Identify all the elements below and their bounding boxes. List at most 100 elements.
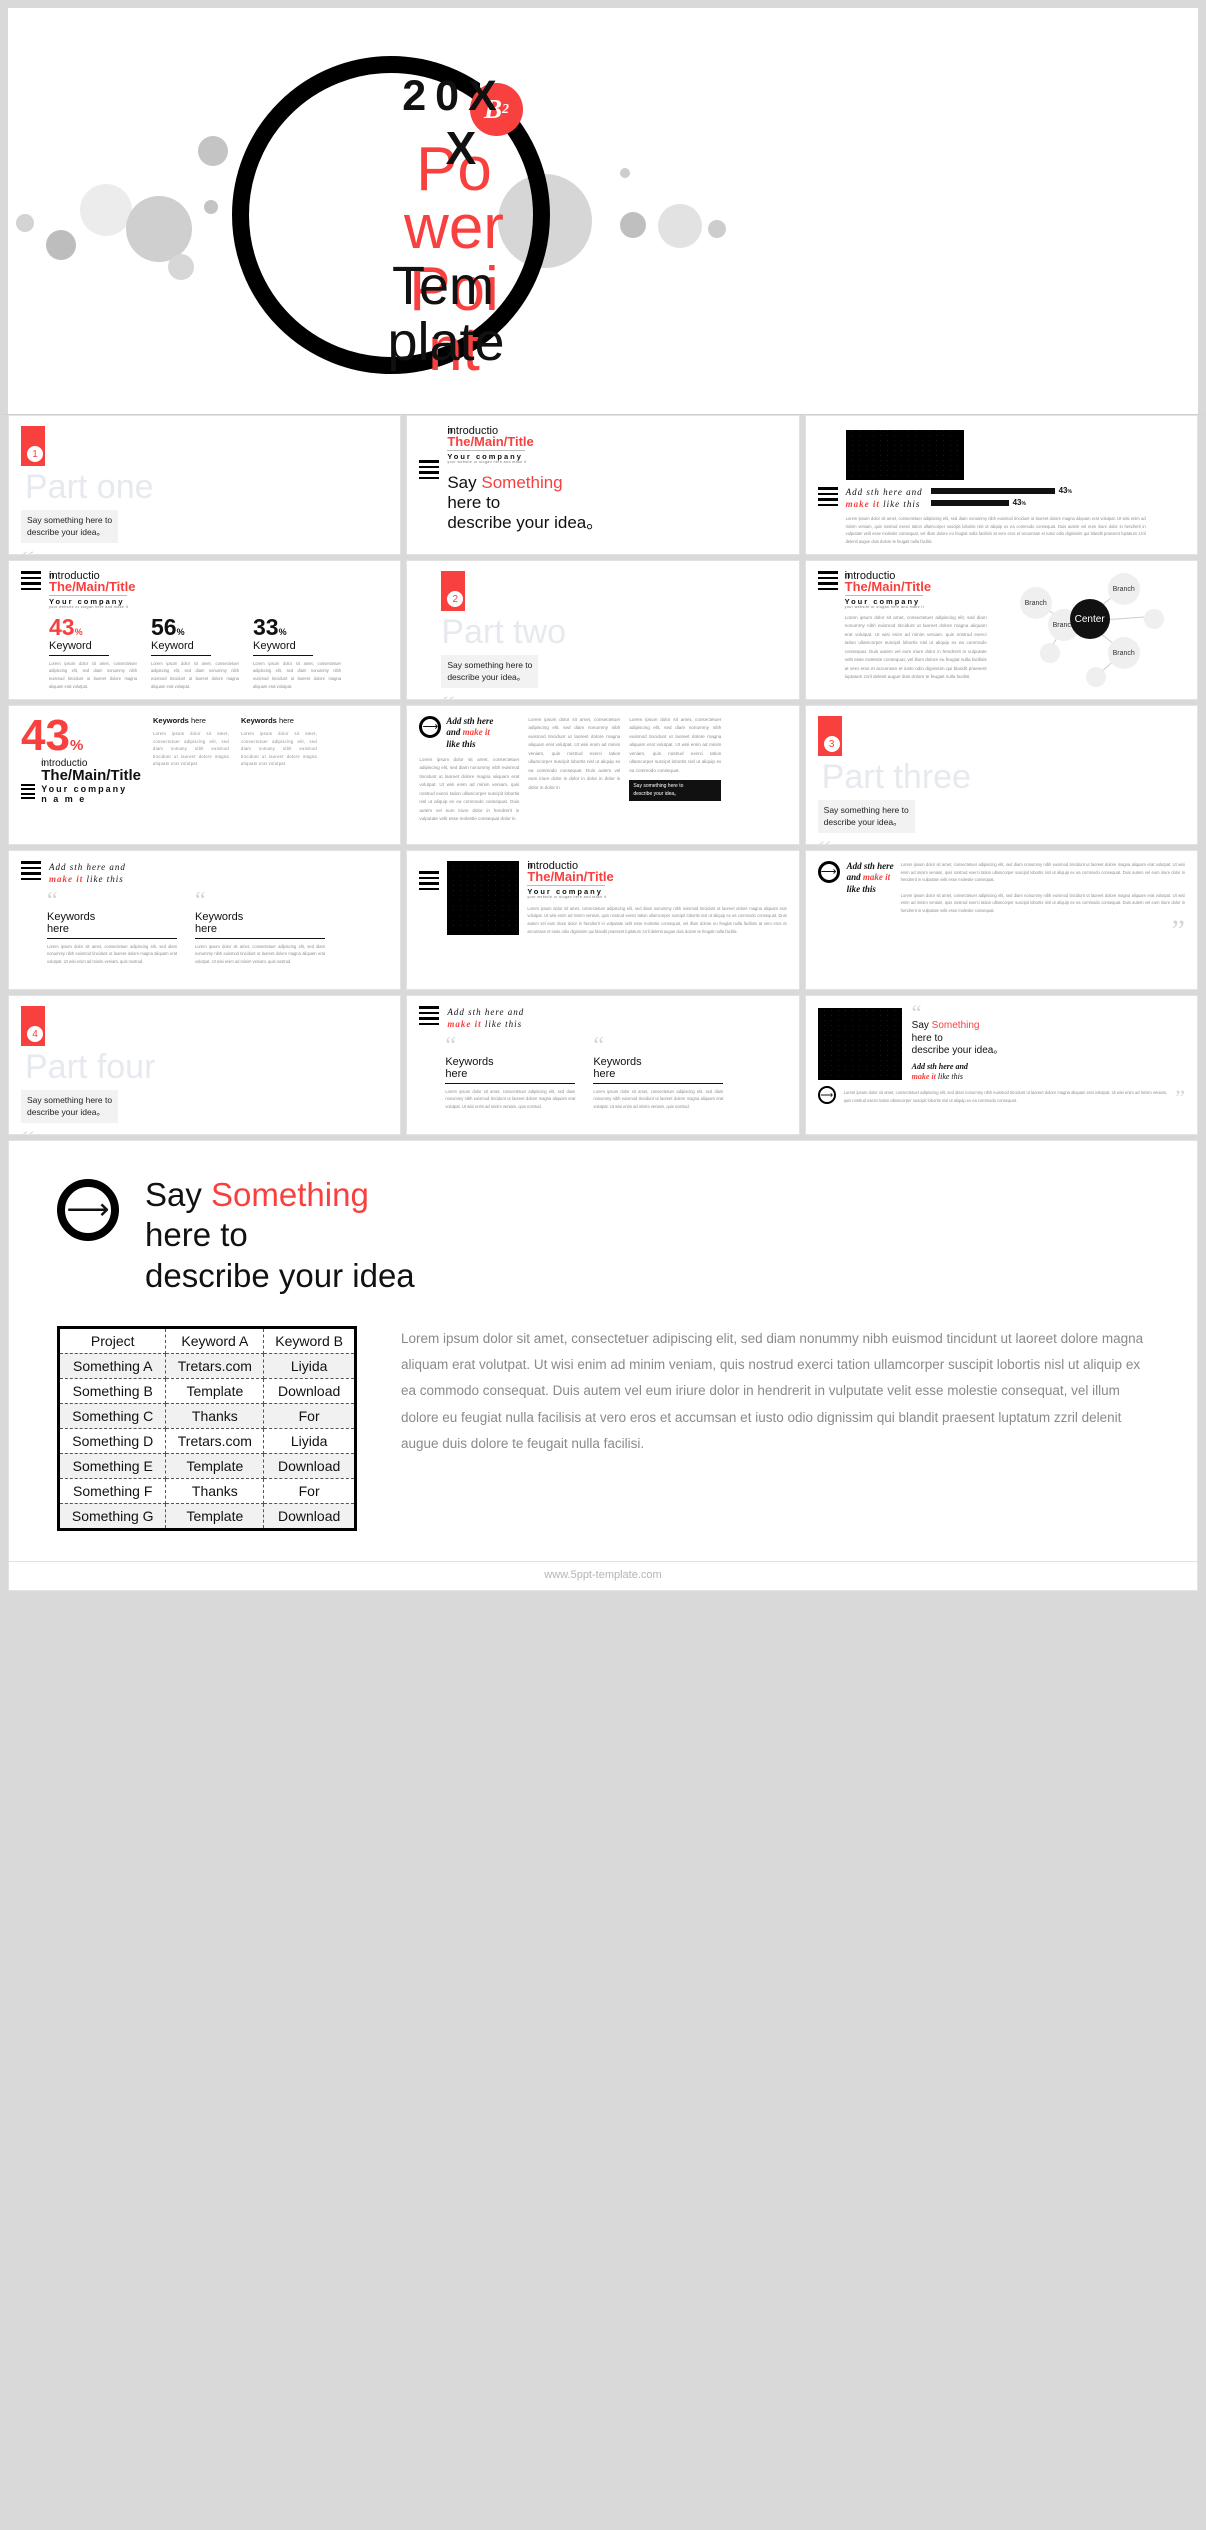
stat-rule [253, 654, 313, 656]
subhead-line-2: like this [935, 1072, 963, 1082]
quote-open-icon: “ [911, 1000, 922, 1025]
stat-label: Keyword [151, 639, 194, 652]
slide-thumbnail-photo-bars[interactable]: Add sth here and make it like this 43% 4… [804, 415, 1198, 555]
subhead-line-1: Add sth here [846, 861, 894, 871]
stat-label: Keyword [253, 639, 296, 652]
table-cell: Liyida [263, 1427, 356, 1454]
headline-part-1: Say [911, 1020, 932, 1032]
table-cell: Something A [57, 1352, 167, 1379]
slide-thumbnail-grid: 1 Part one Say something here to describ… [0, 415, 1206, 1135]
slide-thumbnail-photo-intro[interactable]: introductio n The/Main/Title Your company… [406, 850, 800, 990]
stat-text: Lorem ipsum dolor sit amet, consectetuer… [151, 660, 239, 689]
slide-thumbnail-three-column[interactable]: ⟶ Add sth here and make it like this Lor… [406, 705, 800, 845]
quote-icon: “ [21, 1126, 388, 1134]
network-diagram: Branch Branch Branch Branch Center [994, 571, 1185, 691]
table-cell: For [263, 1477, 356, 1504]
table-cell: Template [165, 1452, 265, 1479]
section-subtext: Say something here to describe your idea… [817, 800, 915, 833]
slide-thumbnail-stats[interactable]: introductio n The/Main/Title Your company… [8, 560, 402, 700]
slide-body-text: Lorem ipsum dolor sit amet, consectetuer… [527, 905, 787, 934]
intro-heading: introductio n The/Main/Title Your company… [527, 860, 786, 900]
subhead-line-1: Add sth here and [911, 1061, 968, 1071]
table-header-cell: Keyword B [263, 1326, 356, 1354]
keyword-title: Keywords here [153, 716, 206, 725]
table-cell: Download [263, 1502, 356, 1530]
bar-chart: 43% 43% [930, 486, 1185, 510]
headline-accent: Something [481, 472, 563, 492]
table-row: Something E Template Download [57, 1452, 356, 1479]
closing-body: Project Keyword A Keyword B Something A … [57, 1325, 1149, 1531]
cover-word-x: X [445, 122, 477, 175]
bar-row: 43% [930, 486, 1185, 496]
keyword-card: Keywords here Lorem ipsum dolor sit amet… [153, 716, 229, 804]
slide-paragraph-2: Lorem ipsum dolor sit amet, consectetuer… [900, 892, 1185, 913]
subhead-line-1: Add sth here and [49, 862, 126, 872]
intro-company: Your company [41, 784, 128, 795]
table-cell: Something E [57, 1452, 167, 1479]
section-subtext: Say something here to describe your idea… [441, 655, 539, 688]
slide-thumbnail-two-keyword-a[interactable]: Add sth here and make it like this “ Key… [8, 850, 402, 990]
keyword-text: Lorem ipsum dolor sit amet, consectetuer… [445, 1088, 576, 1109]
closing-title-part-2: here to [145, 1216, 248, 1254]
table-cell: Tretars.com [165, 1427, 265, 1454]
intro-label-wrap: n [447, 424, 453, 435]
arrow-right-icon: ⟶ [817, 1086, 836, 1105]
slide-thumbnail-part-four[interactable]: 4 Part four Say something here to descri… [8, 995, 402, 1135]
keyword-card: “ Keywords here Lorem ipsum dolor sit ame… [47, 888, 177, 965]
slide-thumbnail-branch-diagram[interactable]: introductio n The/Main/Title Your company… [804, 560, 1198, 700]
table-cell: Template [165, 1502, 265, 1530]
slide-thumbnail-two-keyword-b[interactable]: Add sth here and make it like this “ Key… [406, 995, 800, 1135]
slide-thumbnail-big-43[interactable]: 43% introductio n The/Main/Title Your com… [8, 705, 402, 845]
section-number-bar: 1 [21, 426, 45, 466]
slide-thumbnail-add-sth-wide[interactable]: ⟶ Add sth here and make it like this Lor… [804, 850, 1198, 990]
stat-value: 43% [49, 613, 83, 640]
section-title: Part three [821, 758, 971, 796]
stat-value: 33% [253, 613, 287, 640]
slide-thumbnail-part-three[interactable]: 3 Part three Say something here to descr… [804, 705, 1198, 845]
section-number-bar: 4 [21, 1006, 45, 1046]
section-number: 3 [823, 736, 840, 752]
intro-heading: introductio n The/Main/Title Your company… [844, 569, 987, 610]
column-text-1: Lorem ipsum dolor sit amet, consectetuer… [419, 756, 520, 822]
bar-value: 43% [1058, 486, 1072, 496]
quote-icon: “ [441, 691, 786, 699]
menu-icon [21, 783, 36, 802]
table-cell: Something G [57, 1502, 167, 1530]
keyword-title: Keywords here [445, 1055, 494, 1080]
slide-thumbnail-part-one[interactable]: 1 Part one Say something here to describ… [8, 415, 402, 555]
section-number: 4 [27, 1026, 43, 1042]
closing-title-part-3: describe your idea [145, 1256, 415, 1294]
section-number: 1 [27, 446, 43, 462]
table-header-cell: Project [57, 1326, 167, 1354]
subhead-accent: make it [845, 499, 880, 510]
slide-photo [817, 1008, 902, 1080]
keyword-text: Lorem ipsum dolor sit amet, consectetuer… [195, 943, 325, 964]
slide-photo [845, 430, 964, 480]
table-row: Something C Thanks For [57, 1402, 356, 1429]
section-subtext: Say something here to describe your idea… [21, 1090, 119, 1123]
subhead-line-2: like this [879, 499, 921, 510]
closing-header: ⟶ Say Something here to describe your id… [57, 1175, 1149, 1296]
intro-company-line2: n a m e [41, 794, 87, 805]
table-cell: Thanks [165, 1402, 265, 1429]
diagram-dot-node [1085, 667, 1106, 687]
intro-title: The/Main/Title [41, 767, 141, 785]
closing-title-part-1: Say [145, 1176, 212, 1213]
hero-cover-slide: B2 20X Po X wer Poi Tem nt plate [0, 0, 1206, 415]
footer-url: www.5ppt-template.com [544, 1568, 662, 1581]
slide-body-text: Lorem ipsum dolor sit amet, consectetuer… [845, 516, 1146, 544]
intro-slogan: your website or slogan here and make it [447, 460, 527, 465]
slide-thumbnail-part-two[interactable]: 2 Part two Say something here to describ… [406, 560, 800, 700]
stat-item: 56% Keyword Lorem ipsum dolor sit amet, … [151, 615, 239, 690]
slide-thumbnail-photo-say[interactable]: “ Say Something here to describe your id… [804, 995, 1198, 1135]
table-row: Something B Template Download [57, 1377, 356, 1404]
subhead-line-2: like this [83, 874, 124, 885]
quote-icon: “ [47, 888, 58, 915]
headline-part-1: Say [447, 472, 482, 492]
subhead-accent: make it [462, 727, 490, 738]
quote-icon: “ [818, 836, 1185, 844]
intro-label-wrap: n [844, 569, 851, 580]
table-row: Something A Tretars.com Liyida [57, 1352, 356, 1379]
table-cell: Download [263, 1452, 356, 1479]
slide-thumbnail-intro-say[interactable]: introductio n The/Main/Title Your company… [406, 415, 800, 555]
